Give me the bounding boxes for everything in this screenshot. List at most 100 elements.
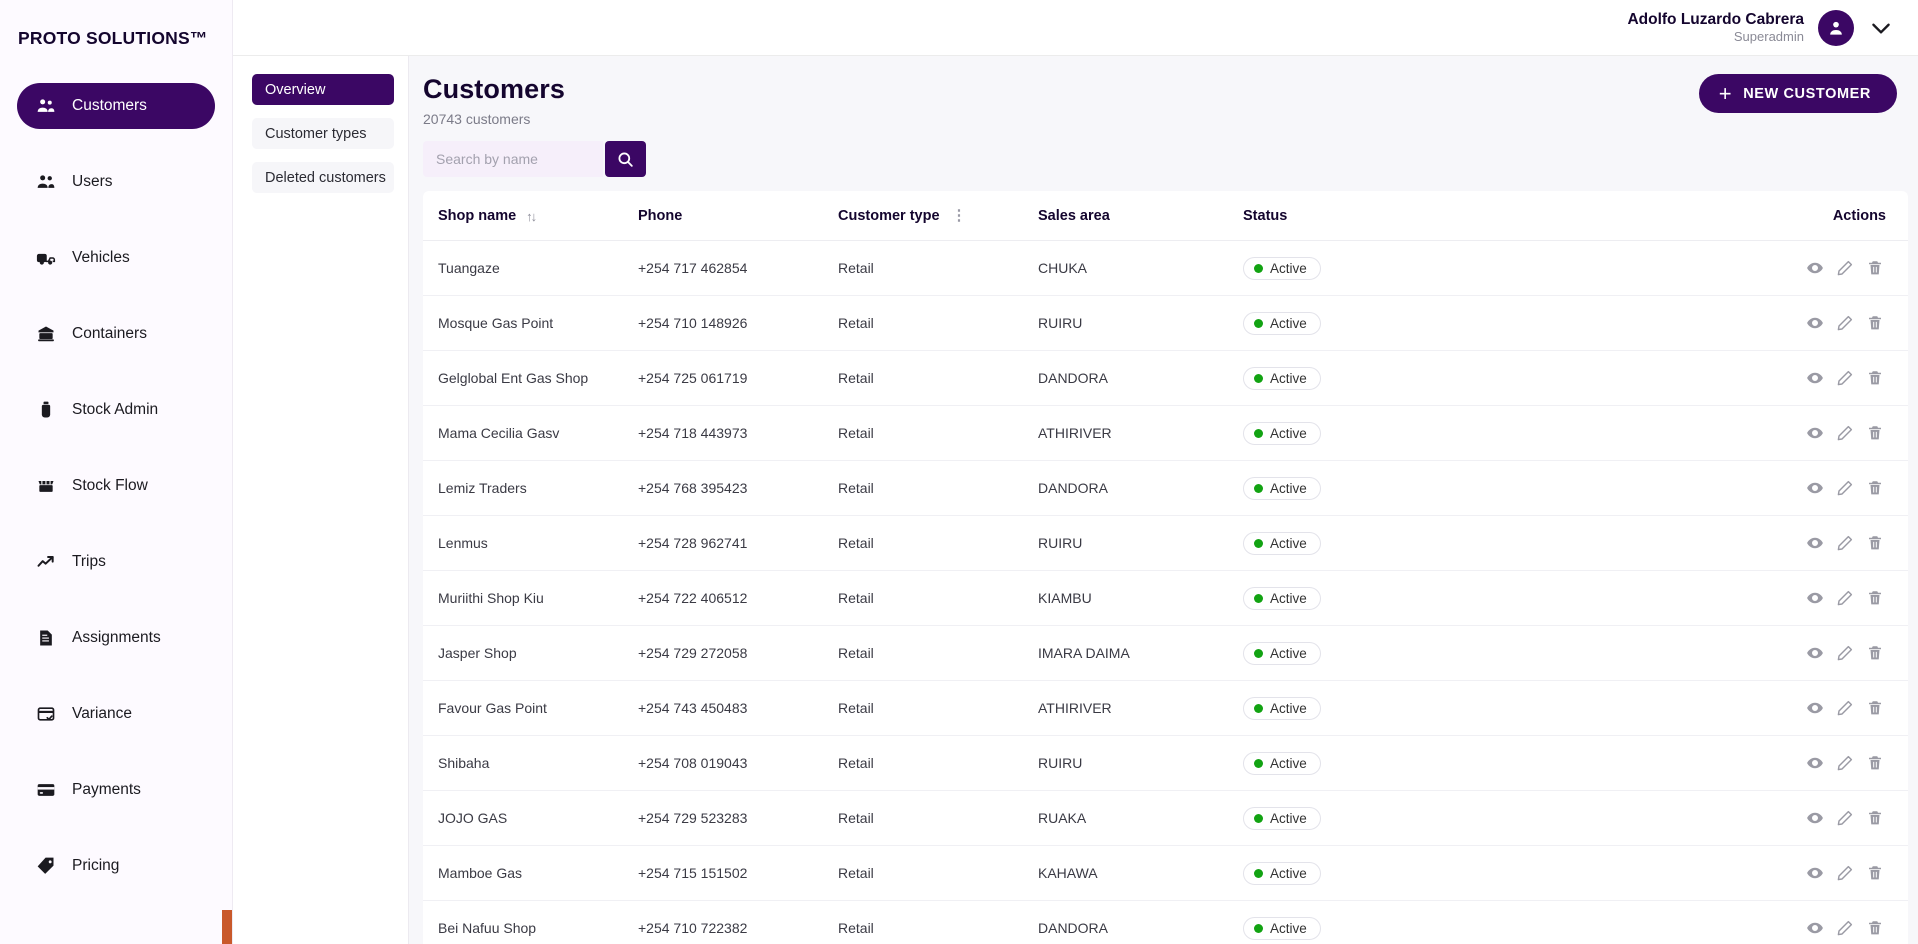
sidebar-item-variance[interactable]: Variance xyxy=(17,691,215,737)
column-header-customer-type[interactable]: Customer type ⋮ xyxy=(838,191,1038,241)
delete-icon[interactable] xyxy=(1860,695,1890,721)
cell-status: Active xyxy=(1243,295,1458,351)
view-icon[interactable] xyxy=(1800,420,1830,446)
edit-icon[interactable] xyxy=(1830,860,1860,886)
subnav-item-deleted-customers[interactable]: Deleted customers xyxy=(252,162,394,193)
view-icon[interactable] xyxy=(1800,365,1830,391)
sidebar-item-containers[interactable]: Containers xyxy=(17,311,215,357)
sidebar-item-assignments[interactable]: Assignments xyxy=(17,615,215,661)
table-row[interactable]: Bei Nafuu Shop +254 710 722382 Retail DANDO… xyxy=(423,900,1908,944)
delete-icon[interactable] xyxy=(1860,585,1890,611)
status-label: Active xyxy=(1270,590,1307,606)
edit-icon[interactable] xyxy=(1830,475,1860,501)
main-area: Adolfo Luzardo Cabrera Superadmin Overvi… xyxy=(233,0,1918,944)
delete-icon[interactable] xyxy=(1860,420,1890,446)
edit-icon[interactable] xyxy=(1830,420,1860,446)
view-icon[interactable] xyxy=(1800,255,1830,281)
avatar[interactable] xyxy=(1818,9,1854,46)
more-options-icon[interactable]: ⋮ xyxy=(952,208,967,223)
new-customer-button[interactable]: + NEW CUSTOMER xyxy=(1698,74,1897,113)
subnav-item-label: Customer types xyxy=(265,125,367,142)
delete-icon[interactable] xyxy=(1860,640,1890,666)
cell-actions xyxy=(1458,515,1908,571)
sidebar-item-stock-flow[interactable]: Stock Flow xyxy=(17,463,215,509)
table-row[interactable]: Mosque Gas Point +254 710 148926 Retail RUI… xyxy=(423,295,1908,351)
view-icon[interactable] xyxy=(1800,585,1830,611)
table-row[interactable]: Gelglobal Ent Gas Shop +254 725 061719 Ret… xyxy=(423,350,1908,406)
table-row[interactable]: Lenmus +254 728 962741 Retail RUIRU Active xyxy=(423,515,1908,571)
sidebar-item-trips[interactable]: Trips xyxy=(17,539,215,585)
cell-sales-area: RUIRU xyxy=(1038,735,1243,791)
cell-status: Active xyxy=(1243,735,1458,791)
edit-icon[interactable] xyxy=(1830,585,1860,611)
table-row[interactable]: Mama Cecilia Gasv +254 718 443973 Retail AT… xyxy=(423,405,1908,461)
table-header-row: Shop name ↑↓ Phone Customer type ⋮ Sales… xyxy=(423,191,1908,241)
table-row[interactable]: Mamboe Gas +254 715 151502 Retail KAHAWA Act… xyxy=(423,845,1908,901)
sidebar-item-vehicles[interactable]: Vehicles xyxy=(17,235,215,281)
column-header-shop-name[interactable]: Shop name ↑↓ xyxy=(423,191,638,241)
subnav-item-customer-types[interactable]: Customer types xyxy=(252,118,394,149)
delete-icon[interactable] xyxy=(1860,530,1890,556)
table-row[interactable]: Shibaha +254 708 019043 Retail RUIRU Active xyxy=(423,735,1908,791)
view-icon[interactable] xyxy=(1800,860,1830,886)
delete-icon[interactable] xyxy=(1860,915,1890,941)
sidebar-item-stock-admin[interactable]: Stock Admin xyxy=(17,387,215,433)
table-row[interactable]: Jasper Shop +254 729 272058 Retail IMARA DA… xyxy=(423,625,1908,681)
delete-icon[interactable] xyxy=(1860,255,1890,281)
view-icon[interactable] xyxy=(1800,915,1830,941)
table-row[interactable]: Muriithi Shop Kiu +254 722 406512 Retail KI… xyxy=(423,570,1908,626)
edit-icon[interactable] xyxy=(1830,750,1860,776)
delete-icon[interactable] xyxy=(1860,365,1890,391)
cell-status: Active xyxy=(1243,515,1458,571)
delete-icon[interactable] xyxy=(1860,805,1890,831)
edit-icon[interactable] xyxy=(1830,310,1860,336)
sidebar-item-payments[interactable]: Payments xyxy=(17,767,215,813)
edit-icon[interactable] xyxy=(1830,640,1860,666)
cell-actions xyxy=(1458,900,1908,944)
cell-sales-area: RUIRU xyxy=(1038,295,1243,351)
delete-icon[interactable] xyxy=(1860,750,1890,776)
sidebar-item-label: Payments xyxy=(72,781,141,798)
column-header-status[interactable]: Status xyxy=(1243,191,1458,241)
edit-icon[interactable] xyxy=(1830,255,1860,281)
view-icon[interactable] xyxy=(1800,640,1830,666)
delete-icon[interactable] xyxy=(1860,475,1890,501)
view-icon[interactable] xyxy=(1800,530,1830,556)
status-label: Active xyxy=(1270,260,1307,276)
status-badge: Active xyxy=(1243,806,1321,830)
view-icon[interactable] xyxy=(1800,805,1830,831)
cell-shop-name: Mamboe Gas xyxy=(423,845,638,901)
edit-icon[interactable] xyxy=(1830,365,1860,391)
view-icon[interactable] xyxy=(1800,475,1830,501)
table-row[interactable]: Favour Gas Point +254 743 450483 Retail ATH… xyxy=(423,680,1908,736)
cell-customer-type: Retail xyxy=(838,460,1038,516)
cell-shop-name: Favour Gas Point xyxy=(423,680,638,736)
sidebar-item-pricing[interactable]: Pricing xyxy=(17,843,215,889)
delete-icon[interactable] xyxy=(1860,310,1890,336)
sidebar-item-users[interactable]: Users xyxy=(17,159,215,205)
sidebar-item-customers[interactable]: Customers xyxy=(17,83,215,129)
edit-icon[interactable] xyxy=(1830,530,1860,556)
cell-actions xyxy=(1458,680,1908,736)
table-row[interactable]: Tuangaze +254 717 462854 Retail CHUKA Active xyxy=(423,240,1908,296)
cell-status: Active xyxy=(1243,845,1458,901)
search-button[interactable] xyxy=(605,141,646,177)
table-row[interactable]: Lemiz Traders +254 768 395423 Retail DANDOR… xyxy=(423,460,1908,516)
delete-icon[interactable] xyxy=(1860,860,1890,886)
vehicles-icon xyxy=(35,247,57,269)
column-header-sales-area[interactable]: Sales area xyxy=(1038,191,1243,241)
sort-icon[interactable]: ↑↓ xyxy=(526,209,537,224)
edit-icon[interactable] xyxy=(1830,695,1860,721)
column-header-phone[interactable]: Phone xyxy=(638,191,838,241)
chevron-down-icon[interactable] xyxy=(1868,15,1894,41)
table-row[interactable]: JOJO GAS +254 729 523283 Retail RUAKA Active xyxy=(423,790,1908,846)
cell-shop-name: Mama Cecilia Gasv xyxy=(423,405,638,461)
subnav-item-overview[interactable]: Overview xyxy=(252,74,394,105)
view-icon[interactable] xyxy=(1800,310,1830,336)
search-input[interactable] xyxy=(423,141,603,177)
edit-icon[interactable] xyxy=(1830,915,1860,941)
view-icon[interactable] xyxy=(1800,695,1830,721)
pricing-icon xyxy=(35,855,57,877)
view-icon[interactable] xyxy=(1800,750,1830,776)
edit-icon[interactable] xyxy=(1830,805,1860,831)
